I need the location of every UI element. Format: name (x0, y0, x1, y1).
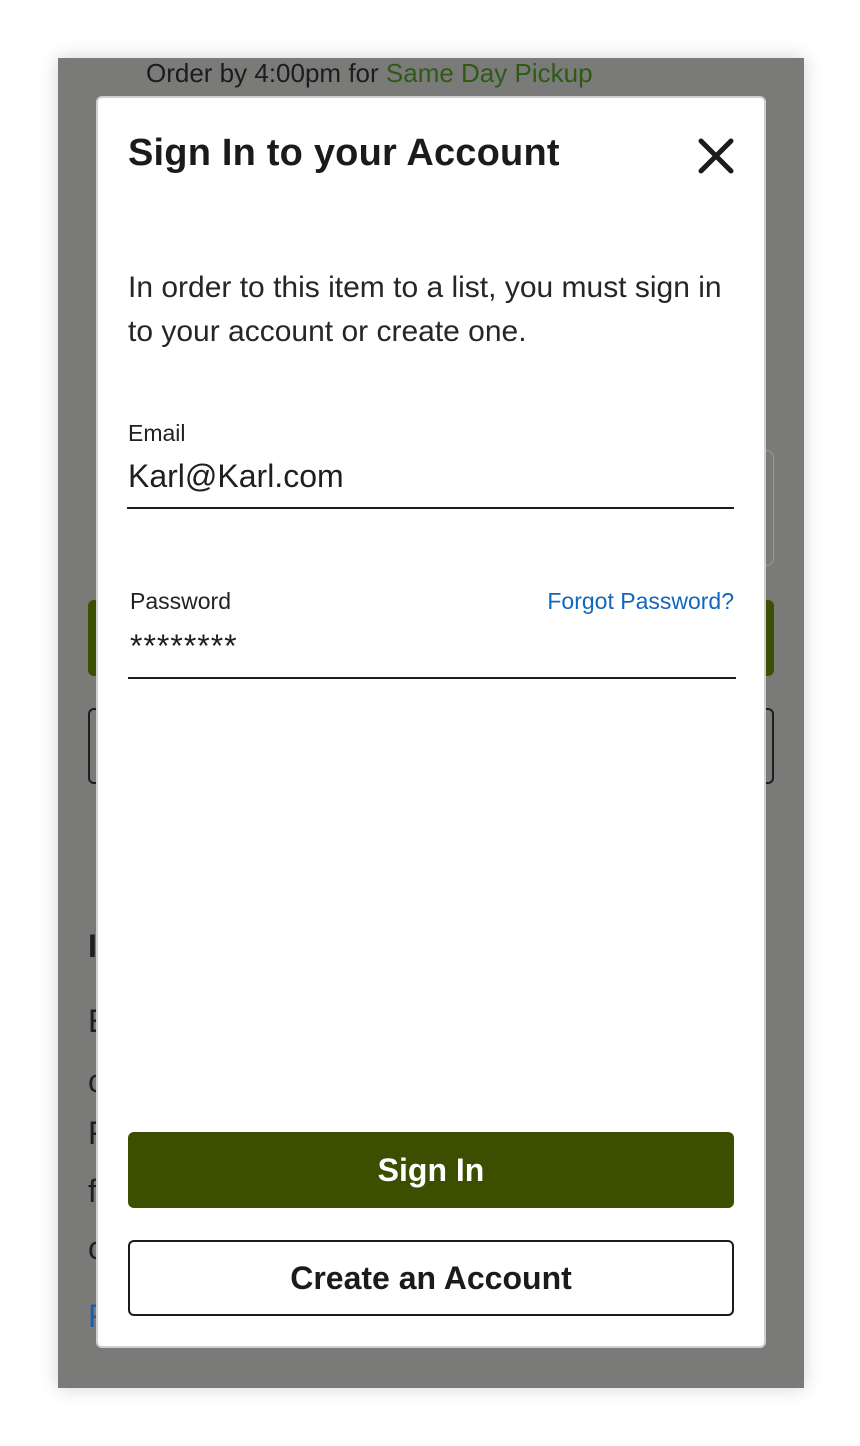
create-account-button[interactable]: Create an Account (128, 1240, 734, 1316)
password-label: Password (130, 588, 231, 614)
password-field[interactable] (130, 624, 730, 668)
sign-in-intro: In order to this item to a list, you mus… (128, 271, 722, 348)
pickup-banner: Order by 4:00pm for Same Day Pickup (146, 58, 804, 88)
modal-title: Sign In to your Account (128, 132, 560, 174)
password-underline (128, 677, 736, 679)
email-underline (127, 507, 734, 509)
sign-in-modal: Sign In to your Account In order to this… (96, 96, 766, 1348)
pickup-banner-text: Order by 4:00pm for (146, 58, 386, 88)
close-icon (698, 138, 734, 174)
email-label: Email (128, 420, 186, 446)
close-button[interactable] (696, 136, 736, 176)
same-day-pickup-link[interactable]: Same Day Pickup (386, 58, 593, 88)
device-screen: Order by 4:00pm for Same Day Pickup I E … (58, 58, 804, 1388)
forgot-password-link[interactable]: Forgot Password? (547, 588, 734, 615)
sign-in-button[interactable]: Sign In (128, 1132, 734, 1208)
email-field[interactable] (128, 454, 728, 498)
